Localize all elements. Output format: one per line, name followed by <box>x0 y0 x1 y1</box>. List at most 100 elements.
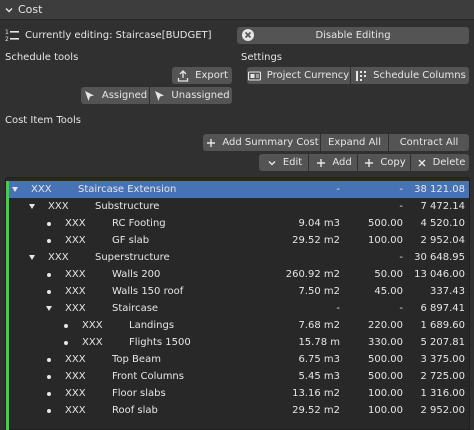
cost-item-row[interactable]: XXX Floor slabs 13.16 m2 100.00 1 316.00 <box>6 385 469 402</box>
cost-item-rate: 100.00 <box>368 388 403 399</box>
cost-item-id: XXX <box>82 337 103 348</box>
cost-item-row[interactable]: XXX Substructure - 7 472.14 <box>6 198 469 215</box>
cost-item-name: Roof slab <box>112 405 158 416</box>
cost-item-total: 1 689.60 <box>420 320 465 331</box>
active-indicator-bar <box>6 181 9 430</box>
schedule-columns-button[interactable]: Schedule Columns <box>351 67 469 84</box>
expand-triangle-icon[interactable] <box>29 255 35 260</box>
cost-item-id: XXX <box>65 235 86 246</box>
cost-item-rate: - <box>399 201 403 212</box>
cost-item-row[interactable]: XXX Flights 1500 15.78 m 330.00 5 207.81 <box>6 334 469 351</box>
cost-item-row[interactable]: XXX Walls 150 roof 7.50 m2 45.00 337.43 <box>6 283 469 300</box>
disable-editing-label: Disable Editing <box>315 30 391 41</box>
bullet-icon <box>47 358 51 362</box>
cost-item-rate: 50.00 <box>374 269 403 280</box>
cost-item-rate: 100.00 <box>368 405 403 416</box>
copy-button[interactable]: Copy <box>358 154 410 171</box>
contract-all-button[interactable]: Contract All <box>389 134 469 151</box>
add-button[interactable]: Add <box>309 154 357 171</box>
chevron-down-icon <box>265 156 279 170</box>
bullet-icon <box>47 290 51 294</box>
expand-all-button[interactable]: Expand All <box>321 134 388 151</box>
cost-item-total: 2 952.00 <box>420 405 465 416</box>
cost-item-id: XXX <box>65 354 86 365</box>
cost-item-total: 1 316.00 <box>420 388 465 399</box>
cost-item-total: 5 207.81 <box>420 337 465 348</box>
add-label: Add <box>332 157 352 168</box>
svg-text:2: 2 <box>5 36 9 42</box>
export-icon <box>176 69 190 83</box>
cost-item-name: Flights 1500 <box>129 337 191 348</box>
cost-item-name: RC Footing <box>112 218 166 229</box>
cost-item-row[interactable]: XXX GF slab 29.52 m2 100.00 2 952.04 <box>6 232 469 249</box>
cost-item-quantity: - <box>336 303 340 314</box>
plus-icon <box>204 136 218 150</box>
cost-item-row[interactable]: XXX RC Footing 9.04 m3 500.00 4 520.10 <box>6 215 469 232</box>
copy-label: Copy <box>380 157 406 168</box>
cost-item-row[interactable]: XXX Staircase - - 6 897.41 <box>6 300 469 317</box>
chevron-down-icon[interactable] <box>2 0 16 20</box>
project-currency-button[interactable]: Project Currency <box>247 67 350 84</box>
svg-text:1: 1 <box>5 29 9 36</box>
cost-item-row[interactable]: XXX Front Columns 5.45 m3 500.00 2 725.00 <box>6 368 469 385</box>
export-button[interactable]: Export <box>172 67 232 84</box>
schedule-columns-label: Schedule Columns <box>373 70 466 81</box>
cost-item-total: 2 725.00 <box>420 371 465 382</box>
editing-status-text: Currently editing: Staircase[BUDGET] <box>25 30 212 41</box>
cost-item-row[interactable]: XXX Walls 200 260.92 m2 50.00 13 046.00 <box>6 266 469 283</box>
edit-label: Edit <box>282 157 303 168</box>
cost-item-id: XXX <box>48 252 69 263</box>
cost-item-quantity: 15.78 m <box>298 337 340 348</box>
cost-item-row[interactable]: XXX Landings 7.68 m2 220.00 1 689.60 <box>6 317 469 334</box>
cost-item-id: XXX <box>65 218 86 229</box>
expand-triangle-icon[interactable] <box>29 204 35 209</box>
cost-item-quantity: 7.68 m2 <box>298 320 340 331</box>
bullet-icon <box>64 324 68 328</box>
expand-triangle-icon[interactable] <box>46 306 52 311</box>
bullet-icon <box>47 409 51 413</box>
bullet-icon <box>47 273 51 277</box>
cost-item-name: Landings <box>129 320 175 331</box>
columns-icon <box>354 69 368 83</box>
cost-item-row[interactable]: XXX Superstructure -30 648.95 <box>6 249 469 266</box>
cost-item-row[interactable]: XXX Roof slab 29.52 m2 100.00 2 952.00 <box>6 402 469 419</box>
expand-triangle-icon[interactable] <box>12 187 18 192</box>
disable-editing-button[interactable]: Disable Editing <box>237 27 469 44</box>
cost-item-rate: 500.00 <box>368 371 403 382</box>
cost-items-tree[interactable]: XXX Staircase Extension - -38 121.08 XXX Subs… <box>5 177 470 430</box>
cost-item-quantity: 260.92 m2 <box>285 269 340 280</box>
assigned-label: Assigned <box>101 90 148 101</box>
cost-item-rate: 500.00 <box>368 354 403 365</box>
edit-button[interactable]: Edit <box>259 154 308 171</box>
bullet-icon <box>47 392 51 396</box>
cost-item-rate: 500.00 <box>368 218 403 229</box>
numbered-list-icon: 1 2 <box>5 28 19 43</box>
unassigned-button[interactable]: Unassigned <box>150 87 232 104</box>
assigned-button[interactable]: Assigned <box>81 87 149 104</box>
cost-item-name: Walls 150 roof <box>112 286 184 297</box>
cost-item-id: XXX <box>65 371 86 382</box>
cost-item-quantity: 9.04 m3 <box>298 218 340 229</box>
close-circle-icon <box>241 28 255 45</box>
cursor-arrow-icon <box>83 89 97 103</box>
cost-item-id: XXX <box>82 320 103 331</box>
cost-item-quantity: 29.52 m2 <box>292 405 340 416</box>
cost-item-rate: 100.00 <box>368 235 403 246</box>
add-summary-cost-label: Add Summary Cost <box>222 137 319 148</box>
cost-item-rate: - <box>399 184 403 195</box>
cost-item-quantity: 5.45 m3 <box>298 371 340 382</box>
cost-item-total: 2 952.04 <box>420 235 465 246</box>
cost-item-total: 13 046.00 <box>414 269 465 280</box>
cost-item-row[interactable]: XXX Top Beam 6.75 m3 500.00 3 375.00 <box>6 351 469 368</box>
cost-item-name: Staircase Extension <box>78 184 177 195</box>
plus-icon <box>362 156 376 170</box>
cost-item-row[interactable]: XXX Staircase Extension - -38 121.08 <box>6 181 469 198</box>
add-summary-cost-button[interactable]: Add Summary Cost <box>203 134 320 151</box>
contract-all-label: Contract All <box>399 137 459 148</box>
delete-button[interactable]: Delete <box>411 154 469 171</box>
cost-item-total: 6 897.41 <box>420 303 465 314</box>
settings-heading: Settings <box>241 52 283 63</box>
cost-panel-header[interactable]: Cost <box>0 0 474 20</box>
panel-title: Cost <box>18 3 43 16</box>
cost-item-quantity: - <box>336 184 340 195</box>
